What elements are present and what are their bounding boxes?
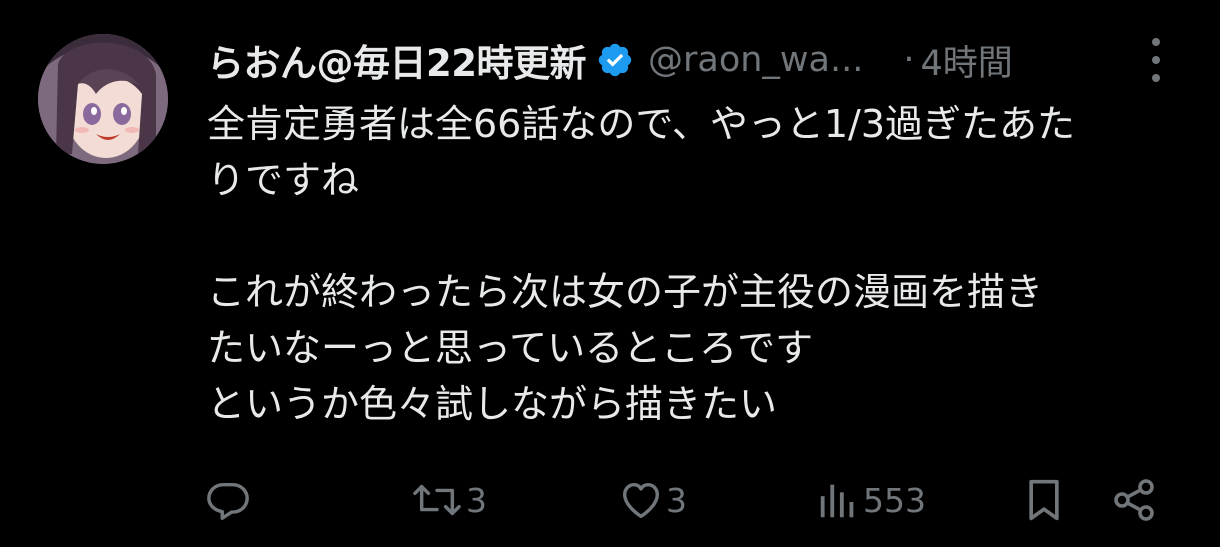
tweet-text-line: りですね (207, 158, 360, 202)
tweet-card[interactable]: らおん@毎日22時更新 @raon_wa... · 4時間 全肯定勇者は全66話… (0, 0, 1220, 547)
views-bar-icon (820, 484, 854, 518)
share-icon (1114, 479, 1154, 521)
reply-bubble-icon (207, 482, 249, 520)
like-count: 3 (666, 480, 687, 520)
timestamp[interactable]: 4時間 (921, 35, 1013, 86)
heart-icon (622, 482, 660, 519)
display-name[interactable]: らおん@毎日22時更新 (207, 33, 587, 87)
avatar[interactable] (38, 34, 168, 164)
avatar-image (38, 34, 168, 164)
retweet-button[interactable]: 3 (410, 470, 487, 530)
like-button[interactable]: 3 (618, 470, 687, 530)
tweet-header: らおん@毎日22時更新 @raon_wa... · 4時間 (207, 30, 1013, 90)
tweet-text-blank-line (207, 208, 1197, 264)
reply-button[interactable] (205, 470, 253, 530)
share-button[interactable] (1110, 470, 1158, 530)
bookmark-button[interactable] (1022, 470, 1066, 530)
separator-dot: · (903, 40, 915, 80)
bookmark-icon (1029, 479, 1059, 521)
views-button[interactable]: 553 (815, 470, 926, 530)
retweet-count: 3 (466, 480, 487, 520)
more-dots-icon[interactable] (1136, 38, 1176, 82)
user-handle[interactable]: @raon_wa... (648, 40, 863, 80)
tweet-text-line: 全肯定勇者は全66話なので、やっと1/3過ぎたあた (207, 102, 1075, 146)
action-bar: 3 3 553 (0, 470, 1220, 530)
tweet-text-line: たいなーっと思っているところです (207, 326, 814, 370)
retweet-icon (413, 484, 461, 516)
tweet-text-line: これが終わったら次は女の子が主役の漫画を描き (207, 270, 1044, 314)
views-count: 553 (863, 480, 926, 520)
tweet-text-line: というか色々試しながら描きたい (207, 382, 778, 426)
verified-badge-icon (598, 43, 632, 77)
tweet-text: 全肯定勇者は全66話なので、やっと1/3過ぎたあた りですね これが終わったら次… (207, 96, 1197, 432)
